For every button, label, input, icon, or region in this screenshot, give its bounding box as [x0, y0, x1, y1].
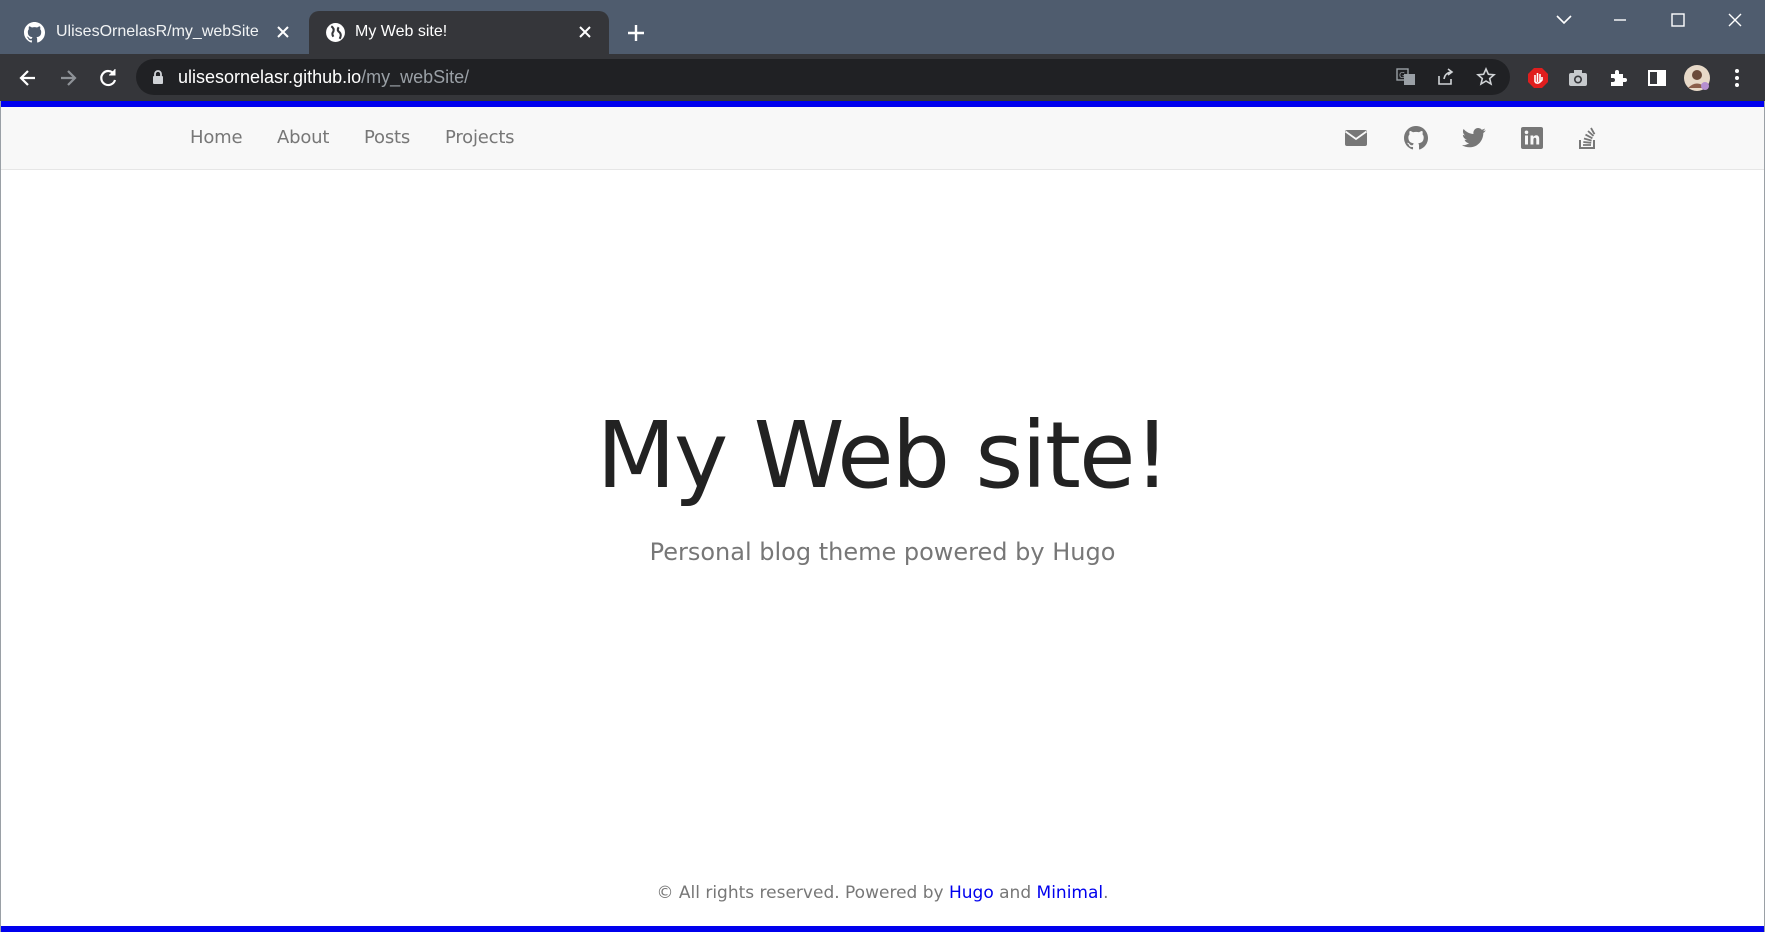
browser-toolbar: ulisesornelasr.github.io/my_webSite/ G [0, 54, 1765, 101]
more-menu-icon[interactable] [1723, 64, 1751, 92]
new-tab-icon[interactable] [624, 21, 648, 45]
address-bar[interactable]: ulisesornelasr.github.io/my_webSite/ G [136, 59, 1510, 95]
svg-text:G: G [1399, 71, 1405, 80]
linkedin-icon[interactable] [1519, 125, 1545, 151]
extensions-puzzle-icon[interactable] [1604, 64, 1632, 92]
tab-my-web-site[interactable]: My Web site! [309, 11, 609, 54]
camera-icon[interactable] [1564, 64, 1592, 92]
bookmark-star-icon[interactable] [1474, 65, 1498, 89]
url-path: /my_webSite/ [361, 67, 470, 87]
nav-link-posts[interactable]: Posts [364, 127, 410, 148]
twitter-icon[interactable] [1461, 125, 1487, 151]
footer-period: . [1103, 883, 1109, 903]
page-content: Home About Posts Projects My Web site! P… [0, 101, 1765, 932]
close-window-icon[interactable] [1713, 8, 1757, 32]
nav-link-projects[interactable]: Projects [445, 127, 515, 148]
tab-title: My Web site! [355, 23, 448, 40]
footer-text-and: and [999, 883, 1032, 903]
browser-tab-strip: UlisesOrnelasR/my_webSite My Web site! [0, 0, 1765, 54]
url-text[interactable]: ulisesornelasr.github.io/my_webSite/ [178, 67, 469, 88]
reload-icon[interactable] [94, 64, 122, 92]
github-icon [24, 22, 45, 43]
minimize-icon[interactable] [1598, 8, 1642, 32]
share-icon[interactable] [1434, 65, 1458, 89]
globe-icon [325, 22, 346, 43]
tab-title: UlisesOrnelasR/my_webSite [56, 23, 259, 40]
site-footer: © All rights reserved. Powered by Hugo a… [1, 883, 1764, 903]
nav-link-about[interactable]: About [277, 127, 329, 148]
adblock-extension-icon[interactable] [1524, 64, 1552, 92]
footer-text: © All rights reserved. Powered by [656, 883, 944, 903]
lock-icon[interactable] [151, 69, 165, 85]
nav-link-home[interactable]: Home [190, 127, 243, 148]
tab-search-icon[interactable] [1542, 8, 1586, 32]
site-navbar: Home About Posts Projects [1, 107, 1764, 170]
footer-link-hugo[interactable]: Hugo [949, 883, 994, 903]
bottom-accent-bar [1, 926, 1764, 932]
footer-link-minimal[interactable]: Minimal [1037, 883, 1104, 903]
site-title: My Web site! [596, 402, 1171, 509]
forward-icon[interactable] [54, 64, 82, 92]
github-icon[interactable] [1403, 125, 1429, 151]
translate-icon[interactable]: G [1394, 65, 1418, 89]
profile-avatar[interactable] [1683, 64, 1711, 92]
close-icon[interactable] [273, 22, 293, 42]
tab-github-repo[interactable]: UlisesOrnelasR/my_webSite [0, 11, 307, 54]
close-icon[interactable] [575, 22, 595, 42]
mail-icon[interactable] [1343, 125, 1369, 151]
side-panel-icon[interactable] [1643, 64, 1671, 92]
url-host: ulisesornelasr.github.io [178, 67, 362, 87]
stackoverflow-icon[interactable] [1575, 125, 1601, 151]
site-subtitle: Personal blog theme powered by Hugo [649, 538, 1116, 566]
maximize-icon[interactable] [1656, 8, 1700, 32]
back-icon[interactable] [14, 64, 42, 92]
